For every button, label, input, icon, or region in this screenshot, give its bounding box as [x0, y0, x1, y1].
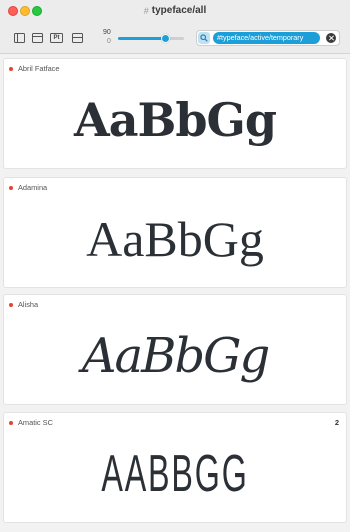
font-card-header: Abril Fatface — [9, 64, 60, 73]
status-dot-icon — [9, 185, 13, 190]
search-field[interactable]: #typeface/active/temporary — [196, 30, 340, 46]
font-sample: AaBbGg — [81, 327, 270, 384]
font-card[interactable]: Adamina AaBbGg — [3, 177, 347, 288]
font-card-header: Amatic SC — [9, 418, 53, 427]
size-min-label: 0 — [107, 38, 111, 45]
window-title: # typeface/all — [0, 5, 350, 16]
font-sample: AABBGG — [101, 444, 249, 503]
hash-icon: # — [143, 5, 149, 16]
title-bar: # typeface/all — [0, 0, 350, 24]
split-horizontal-icon[interactable] — [72, 33, 83, 43]
font-name: Amatic SC — [18, 418, 53, 427]
sidebar-left-icon[interactable] — [14, 33, 25, 43]
preview-icon[interactable]: Pt — [50, 33, 63, 43]
font-name: Alisha — [18, 300, 39, 309]
size-slider[interactable] — [118, 34, 184, 43]
size-value-label: 90 — [103, 29, 111, 36]
font-card[interactable]: Amatic SC 2 AABBGG — [3, 412, 347, 523]
font-card-header: Alisha — [9, 300, 38, 309]
search-tag-token[interactable]: #typeface/active/temporary — [213, 32, 320, 44]
size-slider-fill — [118, 37, 166, 40]
font-sample: AaBbGg — [74, 92, 277, 147]
font-count-badge: 2 — [334, 418, 339, 427]
font-card[interactable]: Alisha AaBbGg — [3, 294, 347, 405]
search-icon[interactable] — [198, 32, 210, 44]
panel-top-icon[interactable] — [32, 33, 43, 43]
status-dot-icon — [9, 302, 13, 307]
clear-search-icon[interactable] — [326, 33, 336, 43]
app-window: # typeface/all Pt 90 0 #typeface/active/… — [0, 0, 350, 532]
font-card-header: Adamina — [9, 183, 47, 192]
size-slider-knob[interactable] — [161, 34, 171, 43]
font-name: Abril Fatface — [18, 64, 60, 73]
status-dot-icon — [9, 420, 13, 425]
font-sample: AaBbGg — [86, 210, 264, 267]
font-name: Adamina — [18, 183, 48, 192]
status-dot-icon — [9, 66, 13, 71]
window-title-text: typeface/all — [151, 5, 207, 16]
font-card[interactable]: Abril Fatface AaBbGg — [3, 58, 347, 169]
